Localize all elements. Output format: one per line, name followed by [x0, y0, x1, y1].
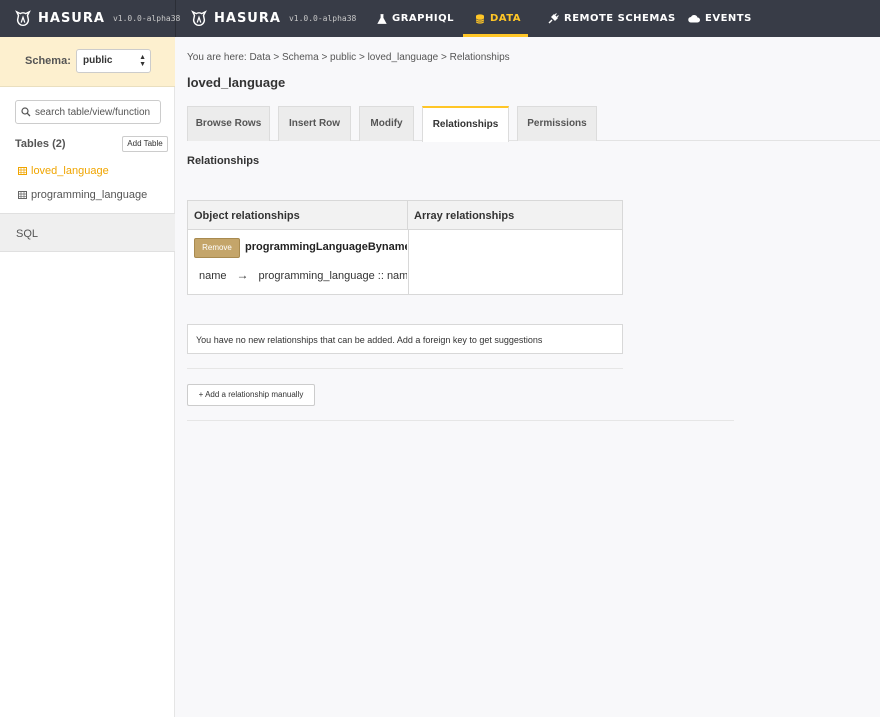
divider [187, 420, 734, 421]
nav-events-label: EVENTS [705, 13, 752, 24]
nav-data[interactable]: DATA [475, 0, 521, 37]
select-arrows-icon: ▲ ▼ [139, 54, 146, 68]
top-navbar: HASURA v1.0.0-alpha38 HASURA v1.0.0-alph… [0, 0, 880, 37]
nav-events[interactable]: EVENTS [688, 0, 752, 37]
from-column: name [199, 270, 227, 282]
schema-label: Schema: [25, 55, 71, 67]
table-tabs: Browse Rows Insert Row Modify Relationsh… [187, 106, 880, 142]
relationship-name: programmingLanguageByname [245, 241, 407, 253]
database-icon [475, 13, 485, 24]
right-arrow-icon: → [236, 268, 249, 282]
sidebar-table-programming-language[interactable]: programming_language [18, 189, 147, 201]
brand-sidebar[interactable]: HASURA v1.0.0-alpha38 [14, 0, 180, 37]
schema-select-value: public [83, 55, 113, 66]
brand-name: HASURA [214, 11, 281, 26]
to-column: programming_language :: name [258, 270, 407, 282]
add-relationship-manually-button[interactable]: + Add a relationship manually [187, 384, 315, 406]
schema-select[interactable]: public ▲ ▼ [76, 49, 151, 73]
object-relationships-header: Object relationships [188, 201, 408, 230]
brand-main[interactable]: HASURA v1.0.0-alpha38 [190, 0, 356, 37]
nav-remote-schemas[interactable]: REMOTE SCHEMAS [548, 0, 676, 37]
divider [187, 368, 623, 369]
plug-icon [548, 13, 559, 24]
suggestions-message: You have no new relationships that can b… [187, 324, 623, 354]
version-label: v1.0.0-alpha38 [112, 14, 181, 23]
column-divider [408, 230, 409, 294]
nav-remote-schemas-label: REMOTE SCHEMAS [564, 13, 676, 24]
cloud-icon [688, 14, 700, 23]
sidebar-table-loved-language[interactable]: loved_language [18, 165, 109, 177]
tab-relationships[interactable]: Relationships [422, 106, 509, 142]
sidebar-table-label: programming_language [31, 189, 148, 201]
remove-relationship-button[interactable]: Remove [194, 238, 240, 258]
page-title: loved_language [187, 75, 286, 90]
hasura-logo-icon [15, 9, 31, 26]
tables-title: Tables (2) [15, 138, 66, 150]
tab-browse-rows[interactable]: Browse Rows [187, 106, 270, 141]
sidebar: Schema: public ▲ ▼ search table/view/func… [0, 37, 175, 717]
table-icon [18, 167, 27, 175]
sidebar-table-label: loved_language [31, 165, 109, 177]
flask-icon [377, 13, 387, 24]
schema-selector-panel: Schema: public ▲ ▼ [0, 37, 175, 87]
tab-permissions[interactable]: Permissions [517, 106, 597, 141]
main-content: You are here: Data > Schema > public > l… [176, 37, 880, 717]
nav-graphiql-label: GRAPHIQL [392, 13, 454, 24]
brand-name: HASURA [38, 11, 105, 26]
nav-graphiql[interactable]: GRAPHIQL [377, 0, 454, 37]
search-icon [21, 107, 31, 117]
sidebar-item-sql[interactable]: SQL [0, 213, 175, 252]
table-search-input[interactable]: search table/view/function [15, 100, 161, 124]
version-label: v1.0.0-alpha38 [288, 14, 357, 23]
breadcrumb: You are here: Data > Schema > public > l… [187, 52, 510, 63]
search-placeholder: search table/view/function [35, 106, 151, 118]
table-icon [18, 191, 27, 199]
tab-modify[interactable]: Modify [359, 106, 414, 141]
tab-insert-row[interactable]: Insert Row [278, 106, 351, 141]
relationship-mapping: name → programming_language :: name [199, 268, 407, 282]
nav-data-label: DATA [490, 13, 522, 24]
top-divider [175, 0, 176, 37]
array-relationships-header: Array relationships [408, 201, 622, 230]
relationships-table: Object relationships Array relationships… [187, 200, 623, 295]
hasura-logo-icon [191, 9, 207, 26]
add-table-button[interactable]: Add Table [122, 136, 168, 152]
section-title: Relationships [187, 155, 260, 167]
